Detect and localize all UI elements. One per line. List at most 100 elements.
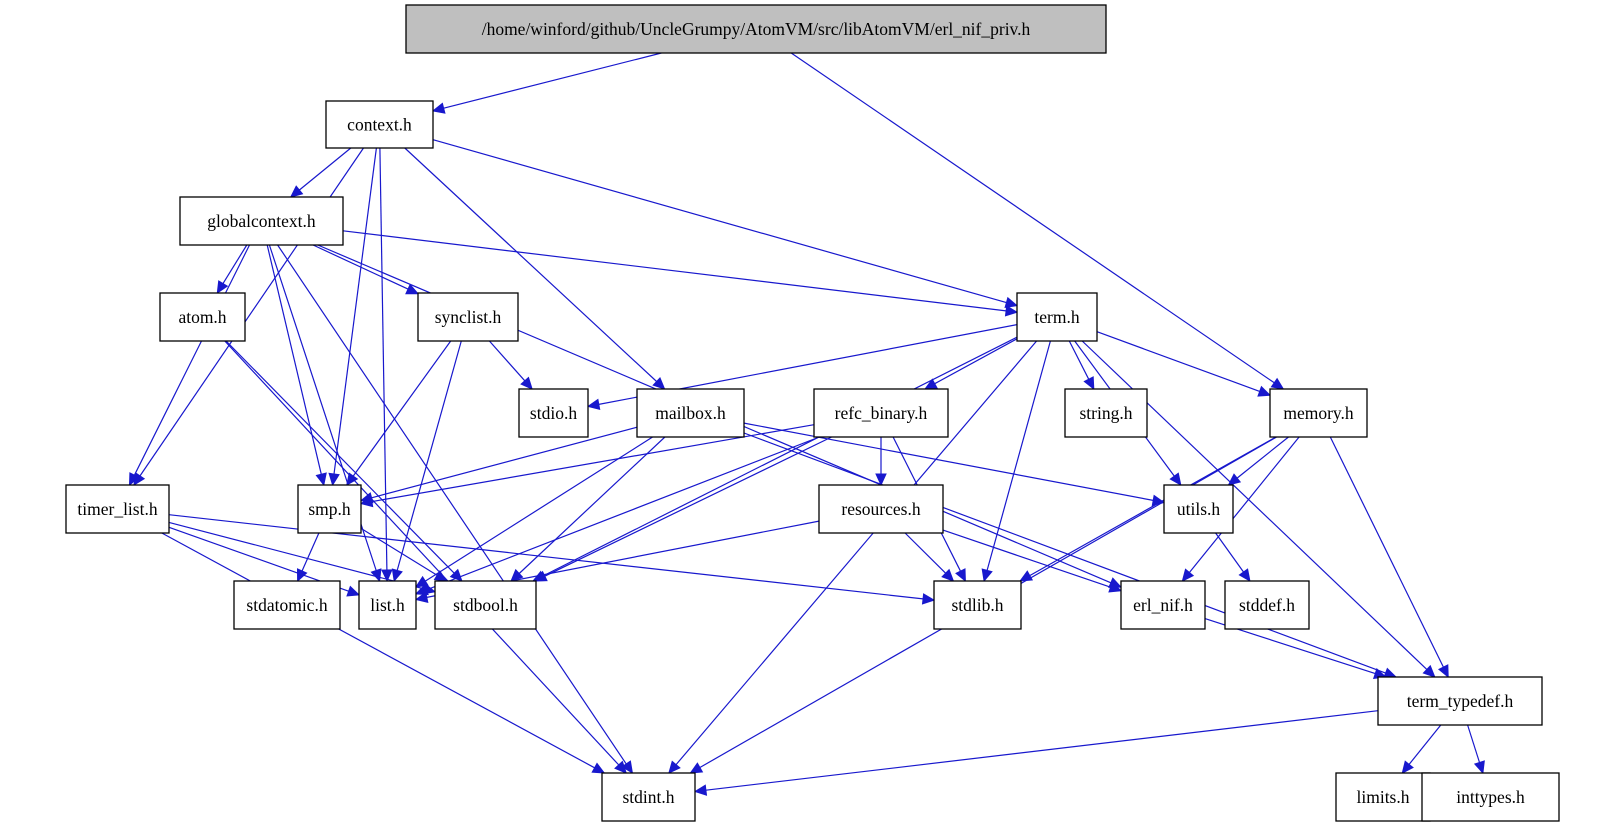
edge-term_typedef-to-stdint [693,710,1379,796]
edge-term_typedef-to-limits [1401,724,1442,774]
node-mailbox[interactable]: mailbox.h [636,388,745,438]
node-resources[interactable]: resources.h [818,484,944,534]
node-timer-list[interactable]: timer_list.h [65,484,170,534]
node-erl-nif[interactable]: erl_nif.h [1120,580,1206,630]
node-label: stdbool.h [453,595,518,615]
edge-refc_binary-to-resources [875,437,887,487]
edge-globalcontext-to-synclist [312,244,420,295]
node-limits[interactable]: limits.h [1335,772,1431,822]
node-label: erl_nif.h [1133,595,1193,615]
arrowhead-icon [391,568,403,583]
edge-line [266,244,322,475]
node-label: context.h [347,115,412,135]
edge-line [1215,532,1244,573]
node-inttypes[interactable]: inttypes.h [1421,772,1560,822]
node-refc-binary[interactable]: refc_binary.h [813,388,949,438]
arrowhead-icon [586,398,601,410]
arrowhead-icon [346,585,361,597]
edge-line [352,340,452,477]
arrowhead-icon [1181,568,1195,582]
edge-resources-to-stdlib [904,532,955,582]
edge-term-to-memory [1096,331,1272,397]
edge-line [161,532,595,769]
edge-line [432,139,1007,304]
edge-timer_list-to-stdint [161,532,606,774]
node-label: stdlib.h [951,595,1003,615]
arrowhead-icon [328,472,340,487]
node-list[interactable]: list.h [358,580,417,630]
edge-term_typedef-to-inttypes [1467,724,1485,775]
edge-line [1408,724,1442,765]
edge-line [1329,436,1444,668]
edge-line [542,336,1018,577]
node-label: resources.h [841,499,920,519]
edge-line [371,424,815,503]
edge-refc_binary-to-stdbool [533,436,832,582]
edge-line [404,147,658,382]
edge-term-to-stdlib [981,340,1051,583]
edge-root-to-context [431,52,662,114]
node-stddef[interactable]: stddef.h [1224,580,1310,630]
edge-line [544,436,832,577]
node-string[interactable]: string.h [1064,388,1148,438]
node-label: globalcontext.h [207,211,316,231]
arrowhead-icon [405,283,420,295]
node-synclist[interactable]: synclist.h [417,292,519,342]
edge-line [299,147,352,191]
arrowhead-icon [1083,376,1095,391]
node-label: refc_binary.h [835,403,928,423]
node-label: term.h [1034,307,1079,327]
edge-memory-to-stdlib [1019,436,1277,582]
root-node[interactable]: /home/winford/github/UncleGrumpy/AtomVM/… [405,4,1107,54]
node-globalcontext[interactable]: globalcontext.h [179,196,344,246]
node-label: stdint.h [622,787,674,807]
edge-line [426,436,820,591]
arrowhead-icon [921,593,936,605]
node-label: synclist.h [435,307,502,327]
node-stdint[interactable]: stdint.h [601,772,696,822]
edge-line [222,244,248,284]
arrowhead-icon [1257,385,1272,397]
node-label: stddef.h [1239,595,1295,615]
node-term[interactable]: term.h [1016,292,1098,342]
node-label: stdio.h [530,403,577,423]
arrowhead-icon [1169,472,1182,486]
node-term-typedef[interactable]: term_typedef.h [1377,676,1543,726]
edge-line [396,340,462,571]
edge-line [133,244,251,476]
arrowhead-icon [1238,568,1251,582]
node-context[interactable]: context.h [325,100,434,149]
edge-line [705,710,1379,791]
edge-context-to-list [379,147,393,583]
edge-line [1029,436,1277,577]
node-stdio[interactable]: stdio.h [518,388,589,438]
node-stdbool[interactable]: stdbool.h [434,580,537,630]
node-stdlib[interactable]: stdlib.h [933,580,1022,630]
arrowhead-icon [346,472,359,486]
edge-mailbox-to-stdbool [510,436,666,582]
edge-memory-to-term_typedef [1329,436,1449,679]
arrowhead-icon [1019,570,1034,582]
edge-line [934,338,1018,385]
node-atom[interactable]: atom.h [159,292,246,342]
node-label: memory.h [1283,403,1354,423]
node-memory[interactable]: memory.h [1269,388,1368,438]
edge-line [1467,724,1481,763]
arrowhead-icon [1437,664,1449,679]
node-label: utils.h [1177,499,1221,519]
edge-line [360,527,438,576]
node-label: list.h [370,595,405,615]
edge-term-to-stdbool [532,336,1018,582]
node-label: mailbox.h [655,403,726,423]
node-stdatomic[interactable]: stdatomic.h [233,580,341,630]
edge-line [312,244,409,290]
edge-line [1236,436,1289,479]
node-smp[interactable]: smp.h [297,484,362,534]
node-label: string.h [1080,403,1133,423]
arrowhead-icon [431,102,446,114]
arrowhead-icon [1004,305,1019,317]
edge-globalcontext-to-timer_list [128,244,251,487]
node-utils[interactable]: utils.h [1163,484,1234,534]
edge-utils-to-stddef [1215,532,1251,582]
arrowhead-icon [1401,760,1414,774]
